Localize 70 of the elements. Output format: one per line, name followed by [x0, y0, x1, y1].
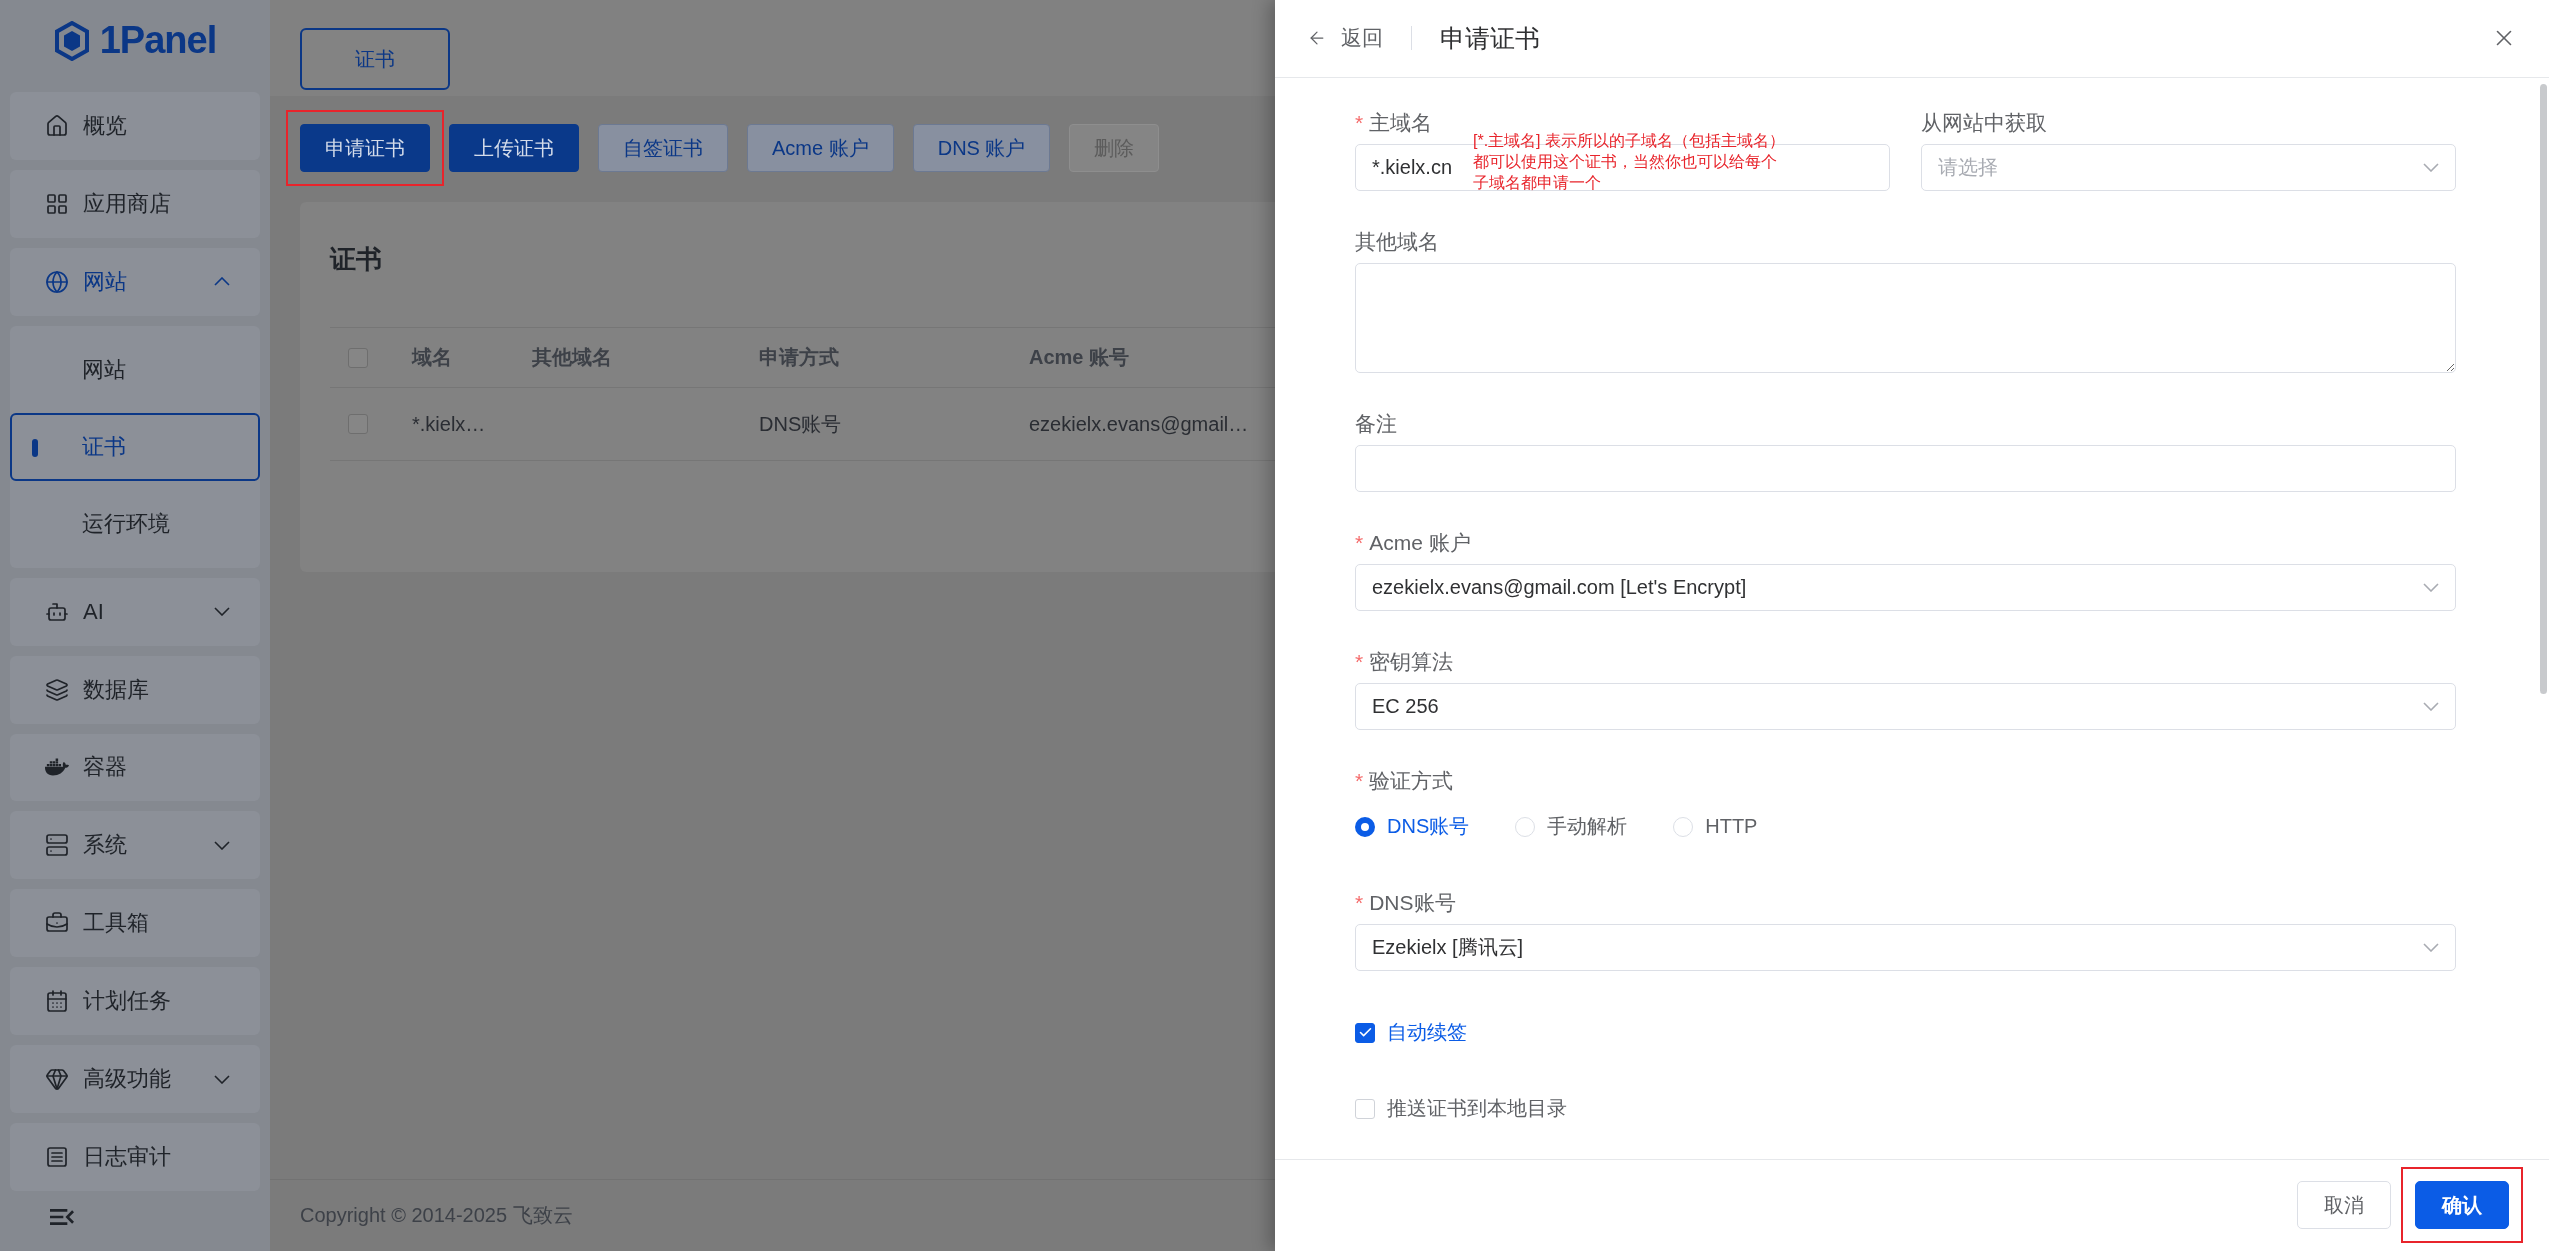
field-label: * 主域名	[1355, 109, 1434, 136]
back-button[interactable]: 返回	[1307, 24, 1383, 53]
field-label: 从网站中获取	[1921, 109, 2048, 136]
nav-item[interactable]: AI	[10, 577, 260, 646]
nav-item[interactable]: 日志审计	[10, 1123, 260, 1192]
annotation-note: 都可以使用这个证书，当然你也可以给每个	[1473, 151, 1778, 172]
field-label: * 验证方式	[1355, 767, 1455, 794]
list-icon	[45, 1145, 69, 1170]
select-field[interactable]: ezekielx.evans@gmail.com [Let's Encrypt]	[1355, 563, 2456, 611]
column-header: 其他域名	[532, 345, 613, 370]
tab[interactable]: 证书	[300, 28, 450, 90]
table-cell-text: DNS账号	[759, 411, 843, 437]
card-title: 证书	[330, 243, 383, 276]
nav-item[interactable]: 系统	[10, 811, 260, 880]
checkbox[interactable]: 自动续签	[1355, 1006, 2456, 1059]
chevron-down-icon	[2423, 582, 2439, 592]
toolbar-button[interactable]: 上传证书	[449, 124, 579, 172]
checkbox[interactable]: 推送证书到本地目录	[1355, 1082, 2456, 1135]
toolbar-button[interactable]: 申请证书	[300, 124, 430, 172]
grid-icon	[45, 191, 69, 216]
toolbar-button[interactable]: 自签证书	[598, 124, 728, 172]
logo-text: 1Panel	[99, 19, 217, 63]
nav-item[interactable]: 数据库	[10, 655, 260, 724]
nav-item[interactable]: 高级功能	[10, 1045, 260, 1114]
dialog-button[interactable]: 取消	[2297, 1181, 2391, 1230]
text-field[interactable]	[1355, 444, 2456, 492]
diamond-icon	[45, 1067, 69, 1092]
field-label: * Acme 账户	[1355, 529, 1472, 556]
nav-item[interactable]: 网站	[10, 247, 260, 316]
submenu-item[interactable]: 网站	[10, 335, 260, 404]
row-checkbox[interactable]	[348, 414, 368, 434]
layers-icon	[45, 677, 69, 702]
submenu-item[interactable]: 运行环境	[10, 489, 260, 558]
calendar-icon	[45, 989, 69, 1014]
toolbar-button[interactable]: DNS 账户	[912, 124, 1051, 172]
radio-option[interactable]: HTTP	[1673, 815, 1758, 839]
nav-item[interactable]: 工具箱	[10, 889, 260, 958]
chevron-down-icon	[2423, 701, 2439, 711]
field-label: 备注	[1355, 410, 1398, 437]
radio-option[interactable]: DNS账号	[1355, 813, 1470, 841]
column-header: 域名	[412, 345, 453, 370]
annotation-note: 子域名都申请一个	[1473, 172, 1602, 193]
field-label: * 密钥算法	[1355, 648, 1455, 675]
server-icon	[45, 833, 69, 858]
select-all-checkbox[interactable]	[348, 347, 368, 368]
scrollbar[interactable]	[2540, 84, 2547, 694]
drawer-title: 申请证书	[1440, 22, 1541, 54]
dialog-button[interactable]: 确认	[2415, 1181, 2509, 1230]
nav-item[interactable]: 计划任务	[10, 967, 260, 1036]
globe-icon	[45, 269, 69, 294]
home-icon	[45, 113, 69, 138]
hexagon-logo-icon	[53, 20, 90, 61]
table-cell-text: *.kielx…	[412, 412, 487, 436]
nav-item[interactable]: 应用商店	[10, 169, 260, 238]
column-header: 申请方式	[759, 345, 840, 370]
chevron-down-icon	[2423, 162, 2439, 172]
field-label: * DNS账号	[1355, 889, 1457, 916]
submenu-item[interactable]: 证书	[10, 412, 260, 481]
copyright-text: Copyright © 2014-2025 飞致云	[300, 1203, 573, 1228]
chevron-down-icon	[2423, 942, 2439, 952]
text-area[interactable]	[1355, 262, 2456, 373]
nav-item[interactable]: 容器	[10, 733, 260, 802]
column-header: Acme 账号	[1029, 345, 1131, 370]
radio-option[interactable]: 手动解析	[1515, 813, 1628, 841]
nav-item[interactable]: 概览	[10, 91, 260, 160]
select-field[interactable]: Ezekielx [腾讯云]	[1355, 923, 2456, 971]
toolbar-button[interactable]: Acme 账户	[747, 124, 894, 172]
field-label: 其他域名	[1355, 228, 1440, 255]
table-cell-text: ezekielx.evans@gmail…	[1029, 412, 1250, 436]
select-field[interactable]: EC 256	[1355, 682, 2456, 730]
